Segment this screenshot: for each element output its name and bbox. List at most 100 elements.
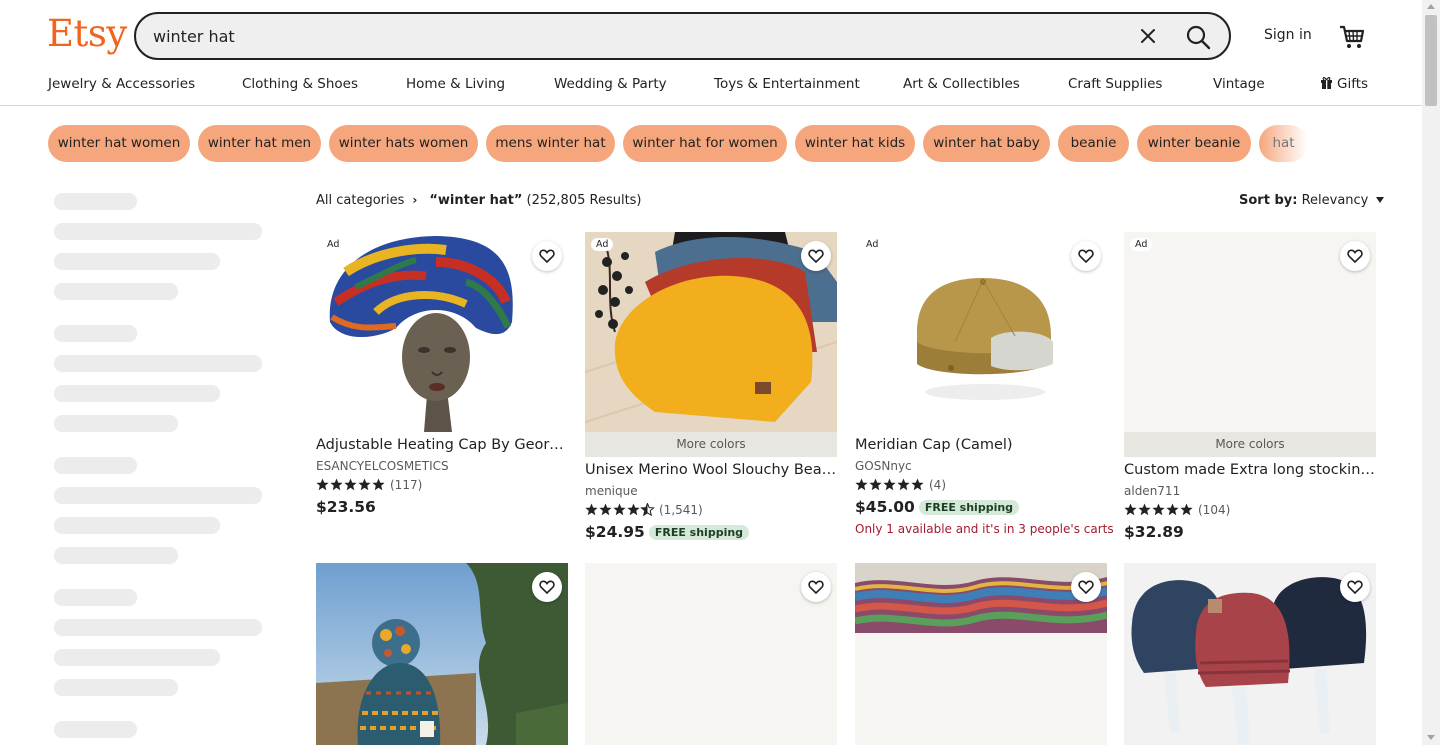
review-count: (117): [390, 478, 423, 492]
scarcity-message: Only 1 available and it's in 3 people's …: [855, 522, 1114, 536]
sort-dropdown[interactable]: Sort by: Relevancy: [1239, 193, 1385, 208]
skeleton-line: [54, 487, 262, 504]
chip-beanie[interactable]: beanie: [1058, 125, 1129, 162]
site-header: Etsy Sign in Jewelry & Accessories Cloth…: [0, 0, 1422, 106]
favorite-heart-icon[interactable]: [532, 572, 562, 602]
shop-name: GOSNnyc: [855, 459, 912, 473]
listing-card[interactable]: [316, 563, 568, 745]
review-count: (1,541): [659, 503, 703, 517]
favorite-heart-icon[interactable]: [1340, 241, 1370, 271]
scrollbar-thumb[interactable]: [1425, 15, 1437, 106]
gift-icon: [1321, 77, 1332, 89]
favorite-heart-icon[interactable]: [801, 241, 831, 271]
nav-home-living[interactable]: Home & Living: [406, 76, 505, 92]
skeleton-line: [54, 679, 178, 696]
star-rating: (4): [855, 478, 946, 494]
listing-card[interactable]: Ad Meridian Cap (Camel) GOSNnyc (4) $45.…: [855, 232, 1114, 547]
sign-in-link[interactable]: Sign in: [1264, 27, 1312, 43]
result-count: (252,805 Results): [526, 193, 642, 208]
favorite-heart-icon[interactable]: [1071, 572, 1101, 602]
search-query: “winter hat”: [429, 193, 523, 208]
nav-gifts[interactable]: Gifts: [1320, 76, 1368, 92]
chip-winter-beanie[interactable]: winter beanie: [1137, 125, 1251, 162]
search-icon[interactable]: [1183, 22, 1213, 52]
listing-card[interactable]: [585, 563, 837, 745]
review-count: (4): [929, 478, 946, 492]
price-value: $45.00: [855, 498, 915, 516]
scroll-down-arrow-icon[interactable]: [1427, 735, 1435, 740]
listing-image[interactable]: [1124, 563, 1376, 745]
favorite-heart-icon[interactable]: [801, 572, 831, 602]
related-searches: winter hat women winter hat men winter h…: [0, 125, 1422, 163]
more-colors-label[interactable]: More colors: [1124, 432, 1376, 457]
listing-image[interactable]: Ad: [585, 232, 837, 432]
skeleton-line: [54, 355, 262, 372]
listing-card[interactable]: Ad More colors Unisex Merino Wool Slouch…: [585, 232, 837, 547]
listing-title[interactable]: Adjustable Heating Cap By GeorgesCosmeti…: [316, 437, 568, 453]
favorite-heart-icon[interactable]: [1071, 241, 1101, 271]
search-input[interactable]: [153, 14, 1113, 58]
skeleton-line: [54, 283, 178, 300]
skeleton-line: [54, 325, 137, 342]
listing-price: $45.00 FREE shipping: [855, 498, 1020, 516]
bonnet-photo: [316, 232, 568, 432]
breadcrumb-all-categories[interactable]: All categories: [316, 193, 404, 208]
listing-price: $24.95 FREE shipping: [585, 523, 750, 541]
listing-card[interactable]: Ad More colors Custom made Extra long st…: [1124, 232, 1376, 547]
listing-title[interactable]: Unisex Merino Wool Slouchy Beanie Hat: [585, 462, 837, 478]
free-shipping-badge: FREE shipping: [648, 525, 750, 540]
cart-icon[interactable]: [1338, 22, 1366, 50]
more-colors-label[interactable]: More colors: [585, 432, 837, 457]
three-beanies-photo: [1124, 563, 1376, 745]
stars-icon: [316, 478, 385, 491]
review-count: (104): [1198, 503, 1231, 517]
chip-hat[interactable]: hat: [1259, 125, 1308, 162]
favorite-heart-icon[interactable]: [1340, 572, 1370, 602]
listing-image[interactable]: Ad: [316, 232, 568, 432]
listing-card[interactable]: Ad Adjustable Heating Cap By GeorgesCosm…: [316, 232, 568, 522]
caret-down-icon: [1376, 197, 1385, 203]
chip-winter-hat-baby[interactable]: winter hat baby: [923, 125, 1050, 162]
listing-card[interactable]: [1124, 563, 1376, 745]
sort-label: Sort by:: [1239, 193, 1298, 208]
skeleton-line: [54, 619, 262, 636]
free-shipping-badge: FREE shipping: [918, 500, 1020, 515]
chip-winter-hat-men[interactable]: winter hat men: [198, 125, 321, 162]
listing-image[interactable]: [585, 563, 837, 745]
listing-image[interactable]: [855, 563, 1107, 745]
etsy-logo[interactable]: Etsy: [47, 12, 127, 55]
nav-art-collectibles[interactable]: Art & Collectibles: [903, 76, 1020, 92]
clear-search-icon[interactable]: [1137, 25, 1159, 47]
shop-name: alden711: [1124, 484, 1181, 498]
skeleton-line: [54, 547, 178, 564]
sort-value: Relevancy: [1301, 193, 1369, 208]
chip-winter-hat-kids[interactable]: winter hat kids: [795, 125, 915, 162]
chip-winter-hat-women[interactable]: winter hat women: [48, 125, 190, 162]
favorite-heart-icon[interactable]: [532, 241, 562, 271]
pompom-hat-photo: [316, 563, 568, 745]
nav-vintage[interactable]: Vintage: [1213, 76, 1265, 92]
nav-craft-supplies[interactable]: Craft Supplies: [1068, 76, 1162, 92]
listing-card[interactable]: [855, 563, 1107, 745]
skeleton-line: [54, 415, 178, 432]
listing-image[interactable]: Ad: [855, 232, 1107, 432]
nav-clothing-shoes[interactable]: Clothing & Shoes: [242, 76, 358, 92]
scroll-up-arrow-icon[interactable]: [1427, 4, 1435, 9]
listing-title[interactable]: Meridian Cap (Camel): [855, 437, 1107, 453]
listing-title[interactable]: Custom made Extra long stocking hat: [1124, 462, 1376, 478]
nav-gifts-label: Gifts: [1337, 76, 1369, 92]
category-nav: Jewelry & Accessories Clothing & Shoes H…: [0, 76, 1422, 94]
skeleton-line: [54, 457, 137, 474]
skeleton-line: [54, 721, 137, 738]
nav-wedding-party[interactable]: Wedding & Party: [554, 76, 667, 92]
page-scrollbar[interactable]: [1422, 0, 1440, 745]
chip-winter-hat-for-women[interactable]: winter hat for women: [623, 125, 787, 162]
listing-image[interactable]: [316, 563, 568, 745]
skeleton-line: [54, 517, 220, 534]
nav-toys-entertainment[interactable]: Toys & Entertainment: [714, 76, 860, 92]
nav-jewelry-accessories[interactable]: Jewelry & Accessories: [48, 76, 195, 92]
chip-mens-winter-hat[interactable]: mens winter hat: [486, 125, 615, 162]
search-bar: [134, 12, 1231, 60]
listing-image[interactable]: Ad: [1124, 232, 1376, 432]
chip-winter-hats-women[interactable]: winter hats women: [329, 125, 478, 162]
